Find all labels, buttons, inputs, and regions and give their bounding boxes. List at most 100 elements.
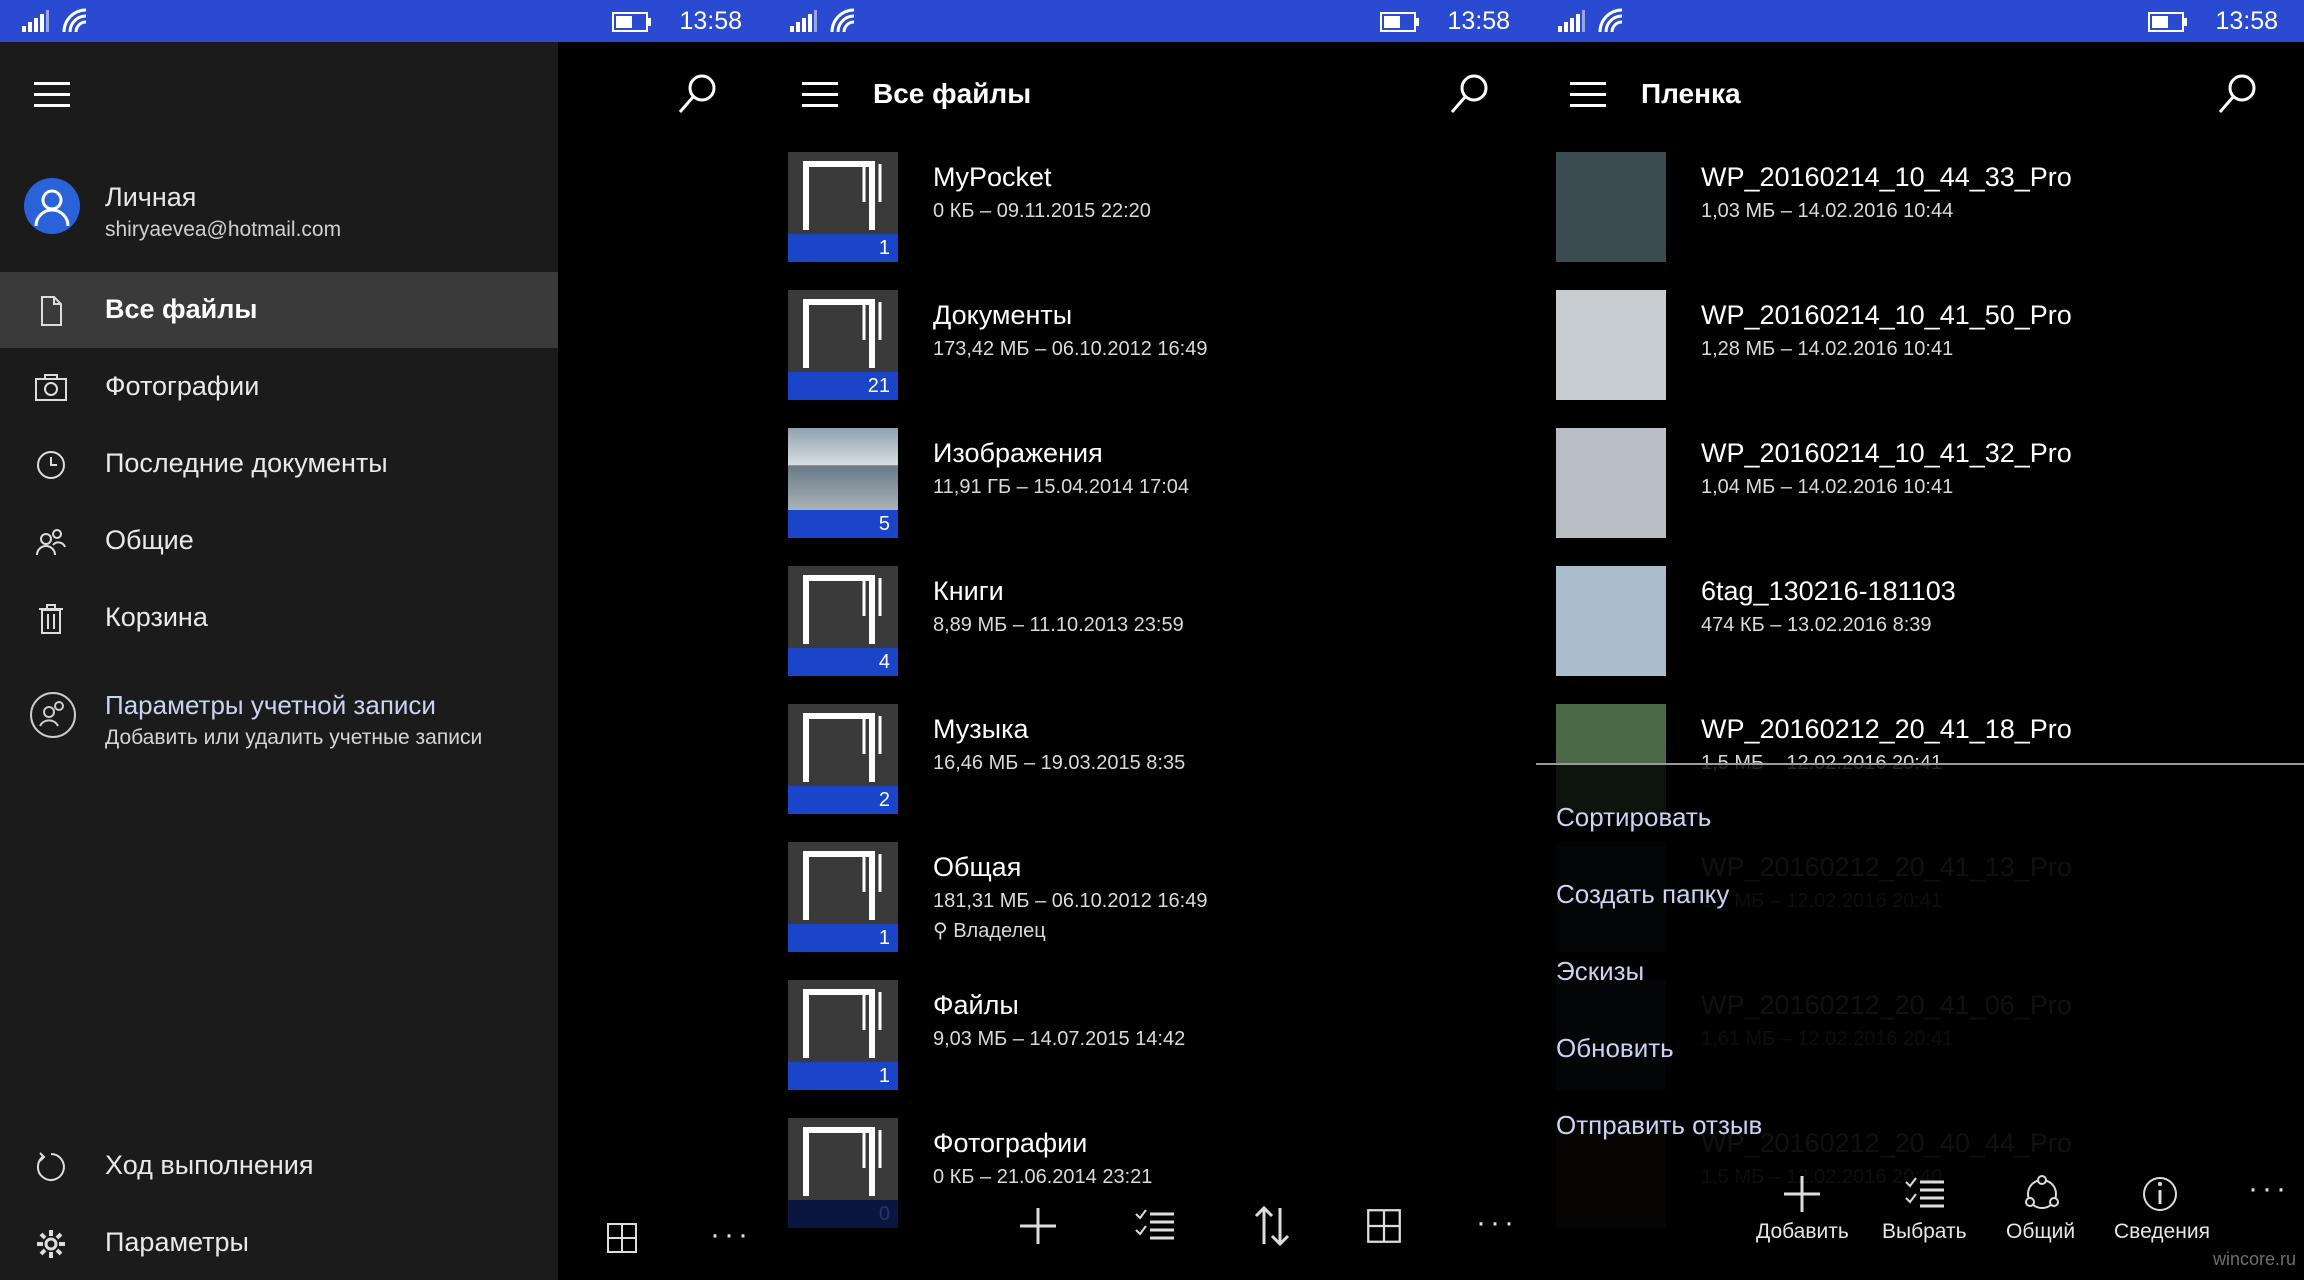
list-item[interactable]: 21 Документы 173,42 МБ – 06.10.2012 16:49 xyxy=(788,290,1516,402)
photo-thumbnail xyxy=(1556,290,1666,400)
folder-thumbnail: 2 xyxy=(788,704,898,814)
camera-roll-screen: 13:58 Пленка WP_20160214_10_44_33_Pro 1,0… xyxy=(1536,0,2304,1280)
grid-view-icon[interactable] xyxy=(1366,1208,1402,1244)
search-icon[interactable] xyxy=(676,72,720,116)
people-icon xyxy=(36,529,66,556)
nav-item-label: Параметры xyxy=(105,1227,249,1257)
avatar[interactable] xyxy=(24,178,80,234)
item-name: WP_20160214_10_44_33_Pro xyxy=(1701,162,2072,192)
nav-item-progress[interactable]: Ход выполнения xyxy=(0,1128,558,1204)
more-options-icon[interactable]: ··· xyxy=(1476,1206,1518,1240)
drawer-backdrop[interactable] xyxy=(558,42,768,1280)
more-options-icon[interactable]: ··· xyxy=(2248,1172,2290,1206)
item-name: Общая xyxy=(933,852,1022,882)
menu-item-send-feedback[interactable]: Отправить отзыв xyxy=(1556,1110,1762,1141)
item-count-badge: 1 xyxy=(788,1062,898,1090)
signal-icon xyxy=(1558,10,1585,32)
folder-icon xyxy=(803,299,882,368)
item-meta: 9,03 МБ – 14.07.2015 14:42 xyxy=(933,1028,1186,1050)
select-list-icon[interactable] xyxy=(1132,1202,1180,1250)
plus-icon[interactable] xyxy=(1778,1170,1826,1218)
trash-icon xyxy=(39,604,63,634)
nav-item-recent-documents[interactable]: Последние документы xyxy=(0,426,558,502)
folder-icon xyxy=(803,575,882,644)
nav-item-settings[interactable]: Параметры xyxy=(0,1205,558,1280)
folder-thumbnail: 4 xyxy=(788,566,898,676)
select-button-label[interactable]: Выбрать xyxy=(1882,1220,1967,1244)
list-item[interactable]: 1 Общая 181,31 МБ – 06.10.2012 16:49 ⚲ Влад… xyxy=(788,842,1516,954)
share-icon[interactable] xyxy=(2018,1170,2066,1218)
menu-divider xyxy=(1536,763,2304,765)
item-meta: 1,28 МБ – 14.02.2016 10:41 xyxy=(1701,338,1954,360)
folder-thumbnail: 1 xyxy=(788,980,898,1090)
battery-icon xyxy=(1380,12,1419,32)
item-meta: 181,31 МБ – 06.10.2012 16:49 xyxy=(933,890,1208,912)
all-files-screen: 13:58 Все файлы 1 MyPocket 0 КБ – 09.11.20… xyxy=(768,0,1536,1280)
battery-icon xyxy=(612,12,651,32)
list-item[interactable]: 4 Книги 8,89 МБ – 11.10.2013 23:59 xyxy=(788,566,1516,678)
item-name: Фотографии xyxy=(933,1128,1088,1158)
hamburger-menu-icon[interactable] xyxy=(802,80,842,110)
folder-icon xyxy=(803,851,882,920)
nav-item-photos[interactable]: Фотографии xyxy=(0,349,558,425)
status-bar: 13:58 xyxy=(0,0,768,42)
nav-item-shared[interactable]: Общие xyxy=(0,503,558,579)
search-icon[interactable] xyxy=(2216,72,2260,116)
nav-item-recycle-bin[interactable]: Корзина xyxy=(0,580,558,656)
select-list-icon[interactable] xyxy=(1902,1170,1950,1218)
add-button-label[interactable]: Добавить xyxy=(1756,1220,1849,1244)
list-item[interactable]: 2 Музыка 16,46 МБ – 19.03.2015 8:35 xyxy=(788,704,1516,816)
plus-icon[interactable] xyxy=(1014,1202,1062,1250)
item-meta: 11,91 ГБ – 15.04.2014 17:04 xyxy=(933,476,1190,498)
status-bar: 13:58 xyxy=(1536,0,2304,42)
gear-icon xyxy=(37,1230,65,1258)
item-meta: 173,42 МБ – 06.10.2012 16:49 xyxy=(933,338,1208,360)
item-count-badge: 1 xyxy=(788,924,898,952)
details-button-label[interactable]: Сведения xyxy=(2114,1220,2210,1244)
hamburger-menu-icon[interactable] xyxy=(34,80,74,110)
document-icon xyxy=(41,296,62,326)
nav-item-all-files[interactable]: Все файлы xyxy=(0,272,558,348)
hamburger-menu-icon[interactable] xyxy=(1570,80,1610,110)
item-name: 6tag_130216-181103 xyxy=(1701,576,1956,606)
menu-item-thumbnails[interactable]: Эскизы xyxy=(1556,956,1644,987)
nav-item-label: Последние документы xyxy=(105,448,388,478)
list-item[interactable]: 6tag_130216-181103 474 КБ – 13.02.2016 8:… xyxy=(1556,566,2284,678)
more-options-icon[interactable]: ··· xyxy=(710,1218,752,1252)
grid-view-icon[interactable] xyxy=(606,1222,638,1254)
camera-icon xyxy=(35,374,67,401)
item-name: MyPocket xyxy=(933,162,1052,192)
list-item[interactable]: 5 Изображения 11,91 ГБ – 15.04.2014 17:04 xyxy=(788,428,1516,540)
menu-item-refresh[interactable]: Обновить xyxy=(1556,1033,1674,1064)
item-name: WP_20160212_20_41_18_Pro xyxy=(1701,714,2072,744)
account-settings-link[interactable]: Параметры учетной записи xyxy=(105,690,436,721)
sync-icon xyxy=(36,1152,65,1181)
info-icon[interactable] xyxy=(2136,1170,2184,1218)
photo-thumbnail xyxy=(1556,428,1666,538)
item-name: Книги xyxy=(933,576,1004,606)
photo-thumbnail xyxy=(1556,152,1666,262)
nav-item-label: Корзина xyxy=(105,602,208,632)
menu-item-sort[interactable]: Сортировать xyxy=(1556,802,1711,833)
folder-icon xyxy=(803,161,882,230)
list-item[interactable]: WP_20160214_10_41_32_Pro 1,04 МБ – 14.02.… xyxy=(1556,428,2284,540)
list-item[interactable]: WP_20160214_10_44_33_Pro 1,03 МБ – 14.02.… xyxy=(1556,152,2284,264)
list-item[interactable]: WP_20160214_10_41_50_Pro 1,28 МБ – 14.02.… xyxy=(1556,290,2284,402)
account-settings-icon[interactable] xyxy=(28,690,78,740)
account-name[interactable]: Личная xyxy=(105,182,196,213)
list-item[interactable]: 1 MyPocket 0 КБ – 09.11.2015 22:20 xyxy=(788,152,1516,264)
item-count-badge: 2 xyxy=(788,786,898,814)
menu-item-create-folder[interactable]: Создать папку xyxy=(1556,879,1729,910)
share-role: Владелец xyxy=(953,920,1046,942)
item-name: Музыка xyxy=(933,714,1029,744)
item-meta: 8,89 МБ – 11.10.2013 23:59 xyxy=(933,614,1184,636)
app-bar: ··· xyxy=(768,1184,1536,1280)
share-button-label[interactable]: Общий xyxy=(2006,1220,2075,1244)
list-item[interactable]: 1 Файлы 9,03 МБ – 14.07.2015 14:42 xyxy=(788,980,1516,1092)
search-icon[interactable] xyxy=(1448,72,1492,116)
clock-time: 13:58 xyxy=(2215,7,2278,35)
folder-icon xyxy=(803,713,882,782)
sort-icon[interactable] xyxy=(1248,1202,1296,1250)
folder-thumbnail: 21 xyxy=(788,290,898,400)
item-count-badge: 5 xyxy=(788,510,898,538)
